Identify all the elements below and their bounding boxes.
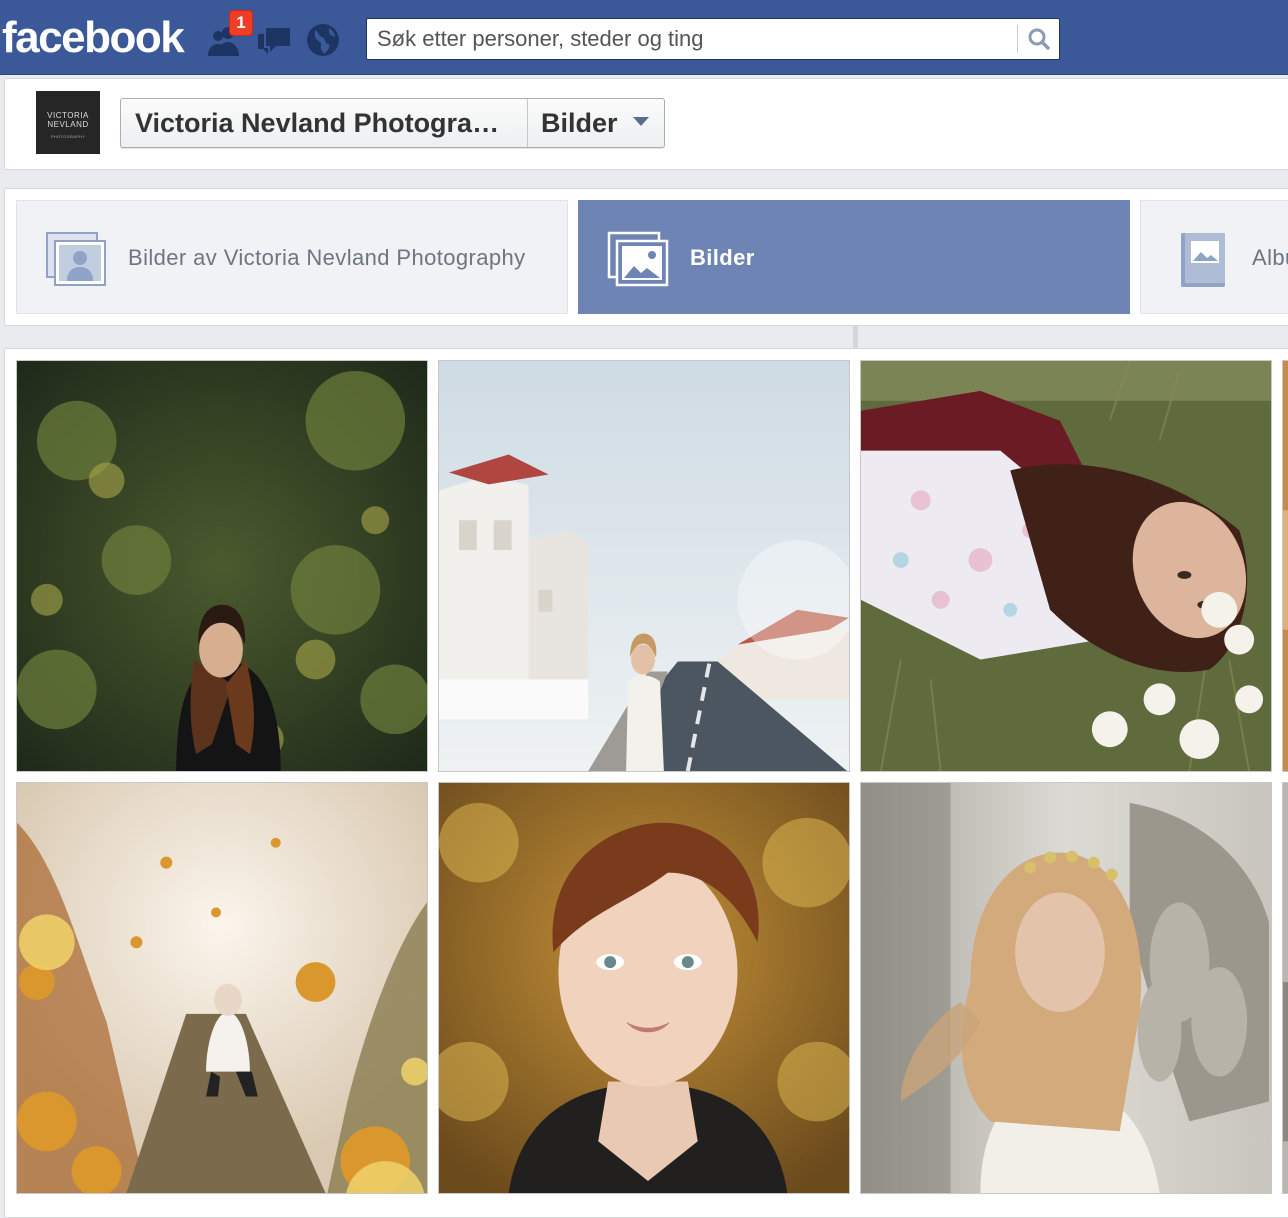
photo-portrait-short-hair: [439, 783, 849, 1193]
avatar-text-line3: PHOTOGRAPHY: [50, 134, 86, 139]
notifications-globe-icon[interactable]: [305, 22, 341, 58]
photo-thumbnail[interactable]: [860, 360, 1272, 772]
photo-thumbnail-partial[interactable]: [1282, 360, 1288, 772]
photo-woman-on-street: [439, 361, 849, 771]
tab-label: Bilder av Victoria Nevland Photography: [128, 245, 526, 270]
photo-woman-with-angel-statue: [861, 783, 1271, 1193]
tab-tagged-photos[interactable]: Bilder av Victoria Nevland Photography: [16, 200, 568, 314]
search-icon: [1028, 28, 1050, 50]
photo-thumbnail-partial[interactable]: [1282, 782, 1288, 1194]
photo-thumbnail[interactable]: [438, 360, 850, 772]
tab-divider: [853, 326, 858, 348]
photo-thumbnail[interactable]: [16, 782, 428, 1194]
photo-partial: [1283, 361, 1288, 771]
facebook-logo[interactable]: facebook: [2, 12, 185, 64]
breadcrumb-section-dropdown[interactable]: Bilder: [541, 99, 618, 147]
breadcrumb: Victoria Nevland Photography Bilder: [120, 98, 665, 148]
messages-icon[interactable]: [256, 22, 292, 58]
top-bar: facebook 1: [0, 0, 1288, 75]
photo-partial: [1283, 783, 1288, 1193]
search-button[interactable]: [1021, 23, 1057, 55]
tab-label: Albumer: [1252, 245, 1288, 270]
chevron-down-icon[interactable]: [633, 117, 649, 127]
breadcrumb-divider: [527, 99, 528, 147]
photo-crouching-in-autumn-leaves: [17, 783, 427, 1193]
tab-photos[interactable]: Bilder: [578, 200, 1130, 314]
photo-woman-lying-in-grass: [861, 361, 1271, 771]
photo-thumbnail[interactable]: [860, 782, 1272, 1194]
album-icon: [1181, 233, 1225, 287]
breadcrumb-page-name[interactable]: Victoria Nevland Photography: [135, 99, 515, 147]
photo-woman-in-greenery: [17, 361, 427, 771]
photo-thumbnail[interactable]: [16, 360, 428, 772]
page-avatar[interactable]: VICTORIA NEVLAND PHOTOGRAPHY: [36, 91, 100, 154]
tab-albums[interactable]: Albumer: [1140, 200, 1288, 314]
photos-icon: [607, 231, 669, 287]
photo-thumbnail[interactable]: [438, 782, 850, 1194]
search-input[interactable]: [367, 19, 1017, 59]
search-box[interactable]: [366, 18, 1060, 60]
tab-label: Bilder: [690, 245, 755, 270]
tagged-photos-icon: [46, 232, 106, 286]
avatar-text-line2: NEVLAND: [47, 120, 89, 129]
search-divider: [1017, 25, 1018, 53]
avatar-text-line1: VICTORIA: [47, 111, 89, 120]
friend-requests-badge: 1: [229, 10, 253, 36]
